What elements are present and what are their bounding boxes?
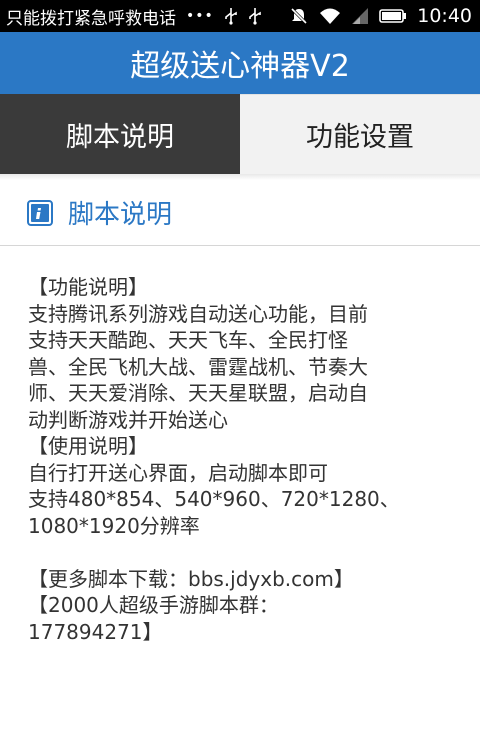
- status-right: 10:40: [289, 5, 472, 27]
- tab-bar: 脚本说明 功能设置: [0, 94, 480, 174]
- mute-icon: [289, 6, 309, 26]
- tab-label: 功能设置: [306, 122, 414, 153]
- content-line: 177894271】: [28, 619, 163, 644]
- content-line: 支持天天酷跑、天天飞车、全民打怪: [28, 328, 348, 352]
- tab-settings[interactable]: 功能设置: [240, 94, 480, 174]
- content-line: 【使用说明】: [28, 434, 148, 458]
- content-line: 【2000人超级手游脚本群：: [28, 593, 279, 617]
- status-bar: 只能拨打紧急呼救电话 ••• 10:40: [0, 0, 480, 32]
- section-header: 脚本说明: [0, 180, 480, 246]
- status-left: 只能拨打紧急呼救电话 •••: [6, 4, 262, 29]
- content-line: 支持480*854、540*960、720*1280、: [28, 487, 400, 511]
- carrier-text: 只能拨打紧急呼救电话: [6, 8, 176, 29]
- tab-script-description[interactable]: 脚本说明: [0, 94, 240, 174]
- notification-dots: •••: [186, 8, 214, 24]
- battery-icon: [379, 8, 407, 24]
- tab-label: 脚本说明: [66, 121, 174, 153]
- content-line: 【更多脚本下载：bbs.jdyxb.com】: [28, 566, 354, 591]
- content-line: 动判断游戏并开始送心: [28, 407, 228, 432]
- wifi-icon: [319, 7, 341, 25]
- content-line: 自行打开送心界面，启动脚本即可: [28, 460, 328, 485]
- usb-icon: [248, 7, 262, 25]
- signal-icon: [351, 7, 369, 25]
- content-line: 【功能说明】: [28, 275, 148, 299]
- app-bar: 超级送心神器V2: [0, 32, 480, 94]
- app-title: 超级送心神器V2: [130, 49, 350, 84]
- content-line: 支持腾讯系列游戏自动送心功能，目前: [28, 301, 368, 326]
- content-line: 兽、全民飞机大战、雷霆战机、节奏大: [28, 354, 368, 379]
- content-line: 师、天天爱消除、天天星联盟，启动自: [28, 381, 368, 405]
- usb-icon: [224, 7, 238, 25]
- clock: 10:40: [417, 5, 472, 27]
- section-title: 脚本说明: [68, 200, 173, 230]
- description-content: 【功能说明】 支持腾讯系列游戏自动送心功能，目前 支持天天酷跑、天天飞车、全民打…: [0, 246, 480, 645]
- info-icon: [26, 199, 54, 227]
- content-line: 1080*1920分辨率: [28, 513, 200, 538]
